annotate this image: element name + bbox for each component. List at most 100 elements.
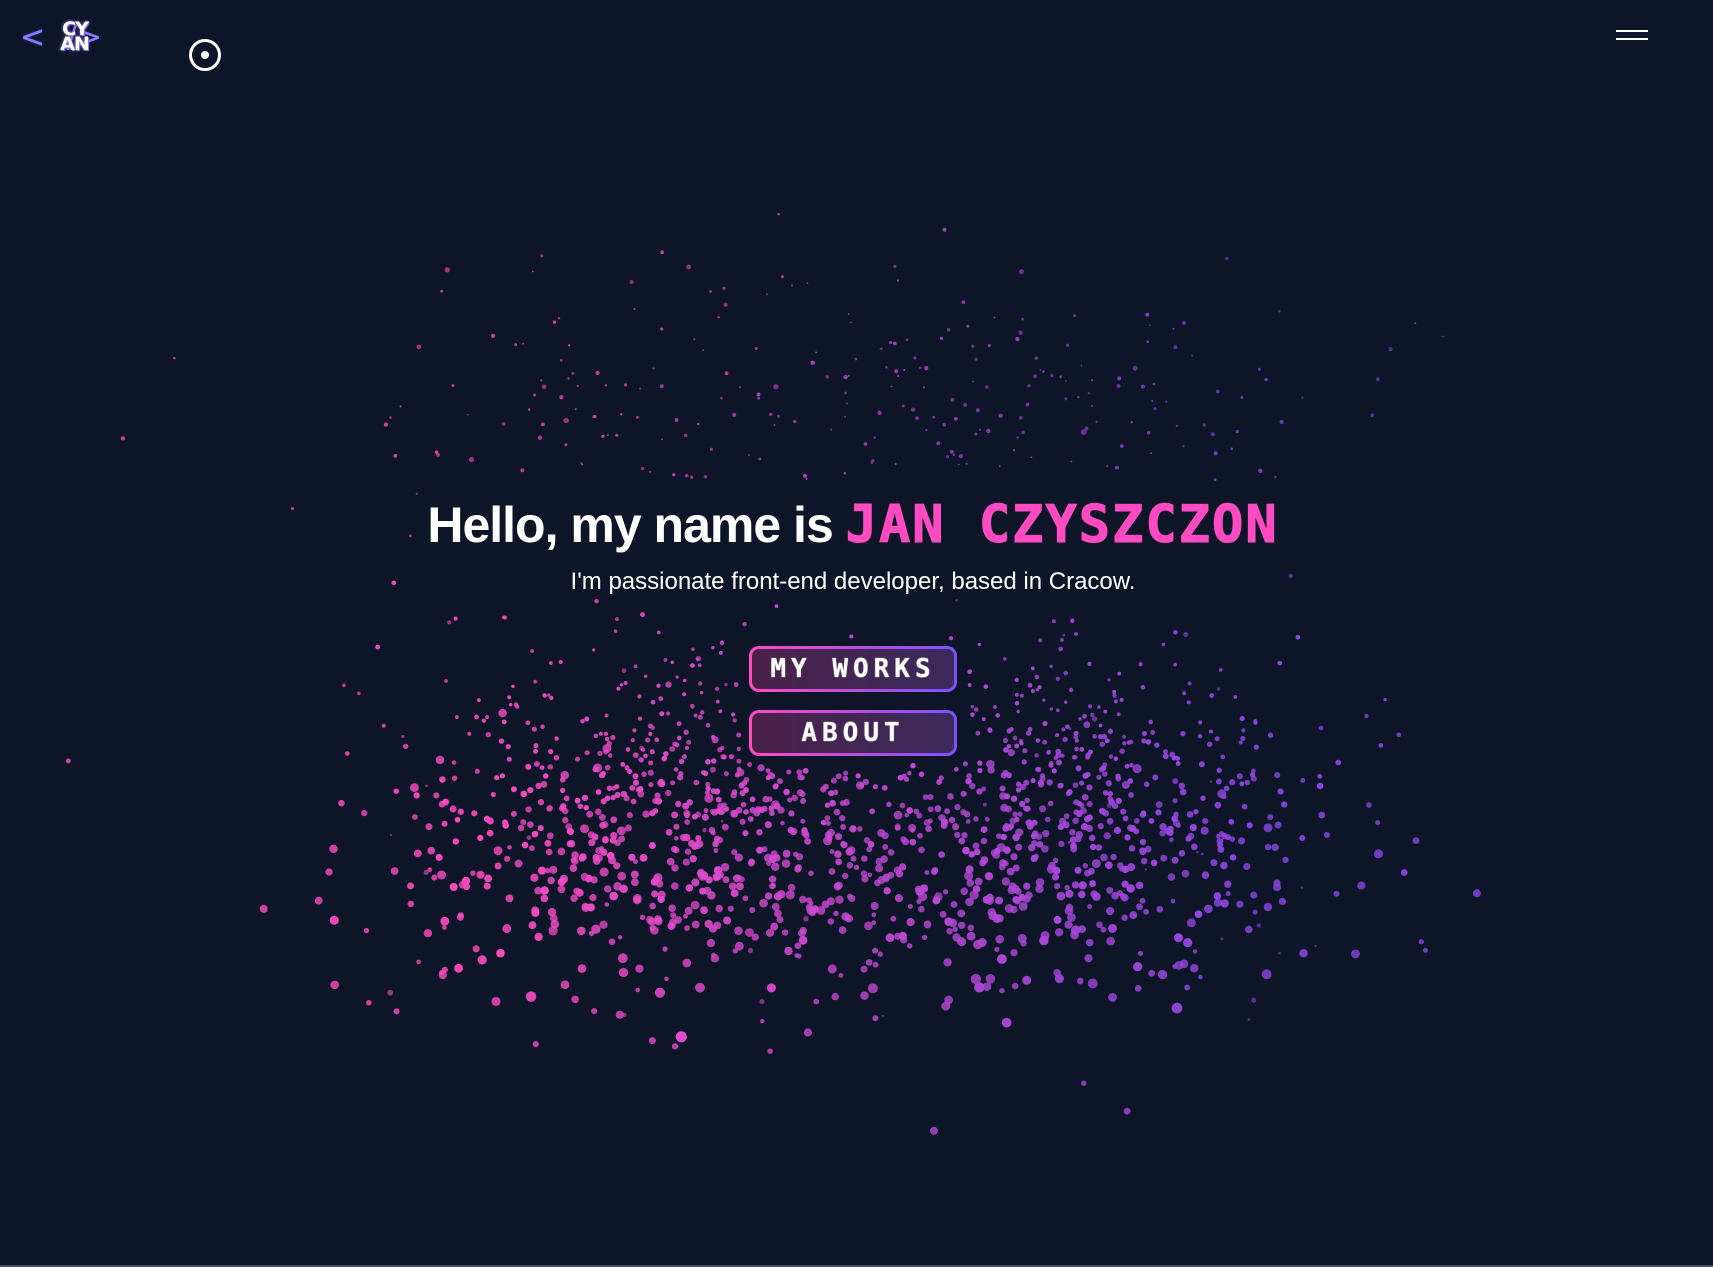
- particle-dot: [854, 357, 858, 361]
- particle-dot: [1106, 465, 1109, 468]
- particle-dot: [769, 810, 775, 817]
- particle-dot: [1230, 447, 1233, 451]
- particle-dot: [723, 302, 728, 307]
- particle-dot: [806, 282, 809, 285]
- particle-dot: [647, 723, 653, 729]
- particle-dot: [630, 870, 639, 879]
- particle-dot: [1173, 662, 1177, 667]
- particle-dot: [617, 953, 628, 964]
- particle-dot: [820, 819, 827, 826]
- particle-dot: [416, 959, 421, 965]
- particle-dot: [1128, 739, 1134, 745]
- particle-dot: [520, 790, 528, 798]
- particle-dot: [971, 344, 975, 348]
- particle-dot: [967, 683, 972, 687]
- particle-dot: [442, 798, 450, 806]
- particle-dot: [843, 770, 849, 776]
- particle-dot: [338, 799, 345, 807]
- particle-dot: [887, 871, 895, 879]
- particle-dot: [1107, 803, 1112, 808]
- particle-dot: [678, 758, 685, 765]
- my-works-button[interactable]: MY WORKS: [749, 646, 957, 692]
- particle-dot: [1078, 925, 1086, 933]
- particle-dot: [1088, 704, 1093, 709]
- particle-dot: [839, 814, 846, 822]
- particle-dot: [1274, 821, 1282, 829]
- particle-dot: [808, 901, 814, 906]
- particle-dot: [1128, 791, 1135, 798]
- particle-dot: [1187, 832, 1195, 840]
- particle-dot: [683, 913, 688, 919]
- particle-dot: [574, 408, 577, 411]
- particle-dot: [803, 1028, 813, 1037]
- particle-dot: [659, 711, 665, 717]
- particle-dot: [630, 737, 635, 743]
- particle-dot: [710, 830, 716, 836]
- particle-dot: [722, 286, 726, 290]
- particle-dot: [900, 836, 907, 843]
- particle-dot: [1002, 860, 1009, 867]
- particle-dot: [1375, 377, 1380, 381]
- particle-dot: [945, 455, 950, 459]
- particle-dot: [710, 766, 716, 773]
- particle-dot: [1129, 911, 1138, 920]
- particle-dot: [599, 846, 605, 852]
- particle-dot: [581, 794, 589, 802]
- particle-dot: [890, 915, 897, 922]
- particle-dot: [498, 708, 507, 718]
- particle-dot: [825, 831, 832, 838]
- particle-dot: [893, 866, 902, 875]
- particle-dot: [800, 798, 807, 804]
- particle-dot: [1150, 452, 1152, 455]
- particle-dot: [1064, 397, 1068, 401]
- particle-dot: [999, 792, 1007, 800]
- particle-dot: [549, 695, 554, 701]
- particle-dot: [1140, 684, 1146, 690]
- particle-dot: [490, 333, 496, 339]
- about-button[interactable]: ABOUT: [749, 710, 957, 756]
- particle-dot: [458, 880, 467, 889]
- logo[interactable]: < CY AN />: [20, 18, 102, 58]
- particle-dot: [1333, 890, 1340, 897]
- particle-dot: [973, 816, 979, 822]
- particle-dot: [1277, 660, 1283, 666]
- particle-dot: [1070, 460, 1073, 463]
- particle-dot: [1037, 685, 1042, 690]
- particle-dot: [1165, 400, 1168, 403]
- particle-dot: [673, 767, 679, 772]
- particle-dot: [1037, 781, 1045, 788]
- particle-dot: [1012, 735, 1018, 741]
- particle-dot: [665, 681, 672, 688]
- particle-dot: [1002, 737, 1009, 744]
- particle-dot: [1224, 880, 1232, 888]
- particle-dot: [1103, 709, 1108, 714]
- hamburger-menu-icon[interactable]: [1612, 28, 1652, 48]
- particle-dot: [966, 772, 972, 779]
- particle-dot: [510, 786, 517, 793]
- particle-dot: [1163, 749, 1168, 755]
- particle-dot: [1388, 347, 1393, 352]
- particle-dot: [387, 989, 394, 996]
- particle-dot: [684, 848, 692, 855]
- particle-dot: [893, 264, 897, 268]
- particle-dot: [1084, 869, 1091, 877]
- particle-dot: [1084, 954, 1093, 963]
- particle-dot: [965, 462, 968, 465]
- particle-dot: [1200, 852, 1204, 856]
- particle-dot: [895, 823, 901, 829]
- particle-dot: [796, 769, 803, 776]
- particle-dot: [599, 920, 608, 929]
- particle-dot: [771, 862, 780, 872]
- particle-dot: [1116, 889, 1123, 897]
- particle-dot: [425, 784, 428, 788]
- particle-dot: [736, 746, 741, 752]
- particle-dot: [1135, 881, 1144, 890]
- logo-line2: AN: [60, 33, 90, 55]
- particle-dot: [835, 858, 843, 866]
- particle-dot: [440, 916, 450, 926]
- particle-dot: [1215, 389, 1220, 394]
- particle-dot: [1023, 882, 1031, 890]
- particle-dot: [1171, 1002, 1183, 1014]
- particle-dot: [697, 663, 702, 668]
- particle-dot: [683, 433, 688, 438]
